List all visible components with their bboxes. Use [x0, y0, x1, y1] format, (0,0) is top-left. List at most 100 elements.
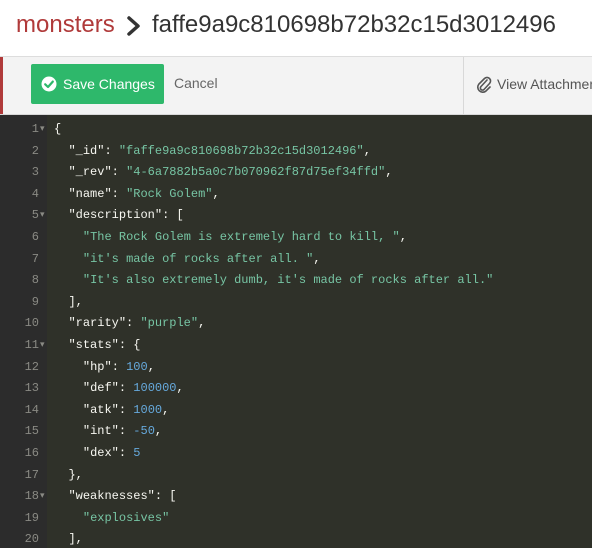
json-separator: :	[118, 402, 134, 417]
code-content: "atk": 1000,	[83, 400, 169, 422]
line-number: 15	[24, 424, 39, 439]
json-punctuation: ],	[68, 294, 83, 309]
json-value: "it's made of rocks after all. "	[82, 251, 314, 266]
line-number: 2	[31, 143, 39, 158]
json-key: "weaknesses"	[68, 489, 155, 504]
json-value: "The Rock Golem is extremely hard to kil…	[82, 230, 400, 244]
line-number: 5	[31, 208, 39, 223]
json-separator: :	[111, 165, 127, 180]
code-line: 5 ▾ "description": [	[0, 205, 592, 227]
json-key: "int"	[82, 424, 119, 439]
code-line: 1 ▾ {	[0, 119, 592, 141]
code-content: ],	[68, 292, 82, 314]
json-separator: :	[154, 489, 170, 504]
page-header: monsters faffe9a9c810698b72b32c15d301249…	[0, 0, 592, 57]
paperclip-icon	[477, 76, 492, 93]
json-punctuation: {	[54, 122, 62, 136]
code-line: 15 "int": -50,	[0, 421, 592, 443]
fold-toggle-icon[interactable]: ▾	[40, 119, 45, 141]
code-content: "it's made of rocks after all. ",	[83, 249, 321, 271]
code-content: "The Rock Golem is extremely hard to kil…	[83, 227, 407, 249]
save-changes-label: Save Changes	[63, 76, 155, 92]
code-content: "explosives"	[83, 508, 169, 530]
json-separator: :	[118, 424, 134, 439]
save-changes-button[interactable]: Save Changes	[31, 64, 164, 104]
json-value: 1000	[133, 402, 163, 417]
line-number: 6	[31, 230, 39, 244]
json-punctuation: ,	[385, 165, 393, 180]
json-code-editor[interactable]: 1 ▾{2 "_id": "faffe9a9c810698b72b32c15d301…	[0, 115, 592, 548]
json-value: "faffe9a9c810698b72b32c15d3012496"	[118, 143, 364, 158]
code-content: "def": 100000,	[83, 378, 184, 400]
line-number: 4	[31, 186, 39, 201]
code-line: 8 "It's also extremely dumb, it's made of…	[0, 270, 592, 292]
json-punctuation: [	[176, 208, 184, 223]
line-number: 16	[24, 446, 39, 460]
json-punctuation: ,	[198, 316, 206, 331]
code-line: 13 "def": 100000,	[0, 378, 592, 400]
line-number: 7	[31, 251, 39, 266]
line-number: 9	[31, 294, 39, 309]
toolbar-accent-strip	[0, 57, 3, 114]
line-number: 8	[31, 273, 39, 288]
code-content: ],	[68, 529, 82, 548]
fold-toggle-icon[interactable]: ▾	[40, 335, 45, 357]
code-line: 12 "hp": 100,	[0, 357, 592, 379]
json-separator: :	[111, 186, 127, 201]
json-key: "stats"	[68, 338, 119, 352]
line-number: 1	[31, 122, 39, 136]
json-punctuation: ],	[68, 532, 83, 547]
json-separator: :	[118, 446, 134, 460]
code-content: "dex": 5	[83, 443, 141, 465]
json-punctuation: ,	[154, 424, 163, 439]
code-content: },	[68, 465, 82, 487]
json-value: -50	[133, 424, 155, 439]
breadcrumb-database-link[interactable]: monsters	[16, 11, 115, 39]
code-content: "weaknesses": [	[68, 486, 176, 508]
json-separator: :	[118, 381, 134, 396]
code-line: 3 "_rev": "4-6a7882b5a0c7b070962f87d75ef3…	[0, 162, 592, 184]
code-line: 2 "_id": "faffe9a9c810698b72b32c15d301249…	[0, 141, 592, 163]
line-number: 11	[24, 338, 39, 352]
code-line: 16 "dex": 5	[0, 443, 592, 465]
json-key: "rarity"	[68, 316, 127, 331]
json-key: "atk"	[82, 402, 119, 417]
json-key: "_id"	[68, 143, 105, 158]
code-content: "It's also extremely dumb, it's made of …	[83, 270, 493, 292]
fold-toggle-icon[interactable]: ▾	[40, 486, 45, 508]
json-value: "explosives"	[82, 510, 170, 525]
code-content: {	[54, 119, 61, 141]
line-number: 20	[24, 532, 39, 547]
json-value: 100	[126, 359, 148, 374]
fold-toggle-icon[interactable]: ▾	[40, 205, 45, 227]
json-value: "4-6a7882b5a0c7b070962f87d75ef34ffd"	[126, 165, 386, 180]
json-separator: :	[162, 208, 177, 223]
breadcrumb-document-id: faffe9a9c810698b72b32c15d3012496	[152, 11, 556, 38]
json-separator: :	[104, 143, 119, 158]
code-line: 10 "rarity": "purple",	[0, 313, 592, 335]
code-line: 14 "atk": 1000,	[0, 400, 592, 422]
json-punctuation: ,	[399, 230, 407, 244]
json-key: "_rev"	[68, 165, 112, 180]
json-separator: :	[126, 316, 141, 331]
json-separator: :	[111, 359, 127, 374]
code-line: 6 "The Rock Golem is extremely hard to ki…	[0, 227, 592, 249]
view-attachments-button[interactable]: View Attachments	[497, 76, 592, 92]
json-value: 5	[133, 446, 141, 460]
chevron-right-icon	[127, 16, 140, 36]
json-separator: :	[118, 338, 134, 352]
code-line: 18 ▾ "weaknesses": [	[0, 486, 592, 508]
json-key: "dex"	[82, 446, 119, 460]
cancel-link[interactable]: Cancel	[174, 75, 218, 91]
code-line: 20],	[0, 529, 592, 548]
json-key: "def"	[82, 381, 119, 396]
code-line: 7 "it's made of rocks after all. ",	[0, 249, 592, 271]
line-number: 13	[24, 381, 39, 396]
code-content: "rarity": "purple",	[68, 313, 205, 335]
code-content: "int": -50,	[83, 421, 162, 443]
code-line: 11 ▾ "stats": {	[0, 335, 592, 357]
code-line: 19 "explosives"	[0, 508, 592, 530]
json-punctuation: ,	[313, 251, 321, 266]
json-punctuation: ,	[162, 402, 170, 417]
json-punctuation: ,	[147, 359, 155, 374]
